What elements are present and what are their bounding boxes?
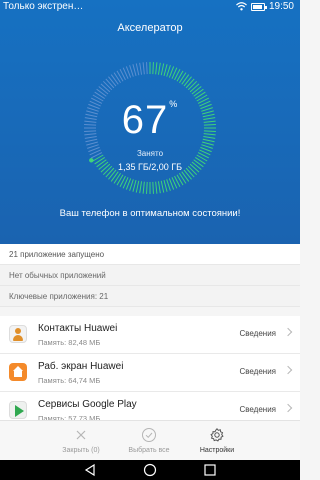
gauge-tick-used (146, 181, 148, 194)
details-link[interactable]: Сведения (239, 367, 276, 376)
chevron-right-icon[interactable] (283, 403, 293, 413)
gauge-tick-free (98, 86, 109, 95)
details-link[interactable]: Сведения (239, 329, 276, 338)
status-message: Ваш телефон в оптимальном состоянии! (59, 208, 241, 219)
memory-used-value: 1,35 ГБ/2,00 ГБ (117, 162, 183, 172)
gauge-tick-used (110, 171, 119, 182)
gauge-tick-free (102, 80, 113, 91)
gauge-tick-free (139, 62, 143, 75)
status-time: 19:50 (268, 1, 294, 12)
gauge-tick-free (142, 62, 145, 75)
gauge-tick-free (100, 83, 111, 93)
gauge-tick-used (185, 78, 195, 89)
gauge-tick-used (193, 88, 204, 97)
memory-percent: 67% (0, 98, 300, 143)
close-icon (76, 430, 86, 440)
gauge-tick-used (139, 181, 143, 194)
app-name: Контакты Huawei (38, 323, 118, 334)
gauge-tick-used (152, 62, 154, 75)
gauge-tick-used (132, 180, 137, 192)
recent-apps-icon[interactable] (203, 463, 217, 477)
info-section: 21 приложение запущено Нет обычных прило… (0, 244, 300, 307)
gauge-tick-used (155, 62, 158, 75)
memory-percent-value: 67 (121, 98, 169, 142)
details-link[interactable]: Сведения (239, 405, 276, 414)
app-name: Раб. экран Huawei (38, 361, 124, 372)
gauge-tick-used (183, 76, 192, 87)
gauge-tick-used (152, 181, 154, 194)
close-button-label: Закрыть (0) (62, 447, 100, 454)
gauge-tick-used (157, 62, 161, 75)
gauge-tick-used (178, 72, 187, 83)
gauge-tick-free (146, 62, 148, 75)
system-nav-bar (0, 460, 300, 480)
gear-icon (210, 428, 224, 442)
settings-label: Настройки (199, 447, 235, 454)
gauge-tick-used (113, 173, 122, 184)
key-apps-header: Ключевые приложения: 21 (0, 286, 300, 307)
status-bar: Только экстрен… 19:50 (0, 0, 300, 14)
gauge-tick-used (160, 180, 165, 193)
contacts-icon (9, 325, 27, 343)
gauge-tick-used (178, 173, 187, 184)
normal-apps-info: Нет обычных приложений (0, 265, 300, 286)
chevron-right-icon[interactable] (283, 327, 293, 337)
gauge-tick-used (142, 181, 145, 194)
page-title: Акселератор (117, 22, 183, 34)
gauge-tick-free (110, 74, 119, 85)
battery-icon (250, 2, 267, 11)
gauge-tick-used (135, 180, 140, 193)
gauge-tick-free (135, 63, 140, 76)
play-services-icon (9, 401, 27, 419)
accelerator-header: Только экстрен… 19:50 Акселератор 67% За… (0, 0, 300, 244)
gauge-tick-free (105, 78, 115, 89)
status-carrier-text: Только экстрен… (3, 1, 84, 12)
gauge-tick-free (96, 88, 107, 97)
wifi-icon (236, 2, 247, 11)
gauge-tick-used (160, 63, 165, 76)
gauge-tick-used (191, 86, 202, 95)
gauge-tick-free (113, 72, 122, 83)
gauge-tick-used (181, 171, 190, 182)
percent-sign: % (169, 99, 179, 109)
gauge-tick-used (187, 80, 198, 91)
gauge-tick-used (163, 180, 168, 192)
settings-button[interactable]: Настройки (177, 427, 257, 454)
status-right-group: 19:50 (236, 1, 294, 12)
list-item[interactable]: Контакты Huawei Память: 82,48 МБ Сведени… (0, 316, 300, 354)
app-memory: Память: 64,74 МБ (38, 376, 101, 385)
chevron-right-icon[interactable] (283, 365, 293, 375)
memory-used-label: Занято (136, 149, 164, 158)
gauge-tick-free (132, 64, 137, 76)
gauge-tick-free (108, 76, 117, 87)
gauge-tick-used (163, 64, 168, 76)
select-all-label: Выбрать все (128, 447, 170, 454)
bottom-action-bar: Закрыть (0) Выбрать все Настройки (0, 420, 300, 460)
list-item[interactable]: Раб. экран Huawei Память: 64,74 МБ Сведе… (0, 354, 300, 392)
app-memory: Память: 82,48 МБ (38, 338, 101, 347)
back-icon[interactable] (84, 463, 96, 477)
check-circle-icon (142, 428, 156, 442)
gauge-tick-used (189, 83, 200, 93)
running-apps-count: 21 приложение запущено (0, 244, 300, 265)
gauge-tick-used (157, 181, 161, 194)
app-list: Контакты Huawei Память: 82,48 МБ Сведени… (0, 316, 300, 430)
gauge-tick-used (181, 74, 190, 85)
app-name: Сервисы Google Play (38, 399, 137, 410)
gauge-tick-used (155, 181, 158, 194)
home-icon (9, 363, 27, 381)
home-nav-icon[interactable] (143, 463, 157, 477)
